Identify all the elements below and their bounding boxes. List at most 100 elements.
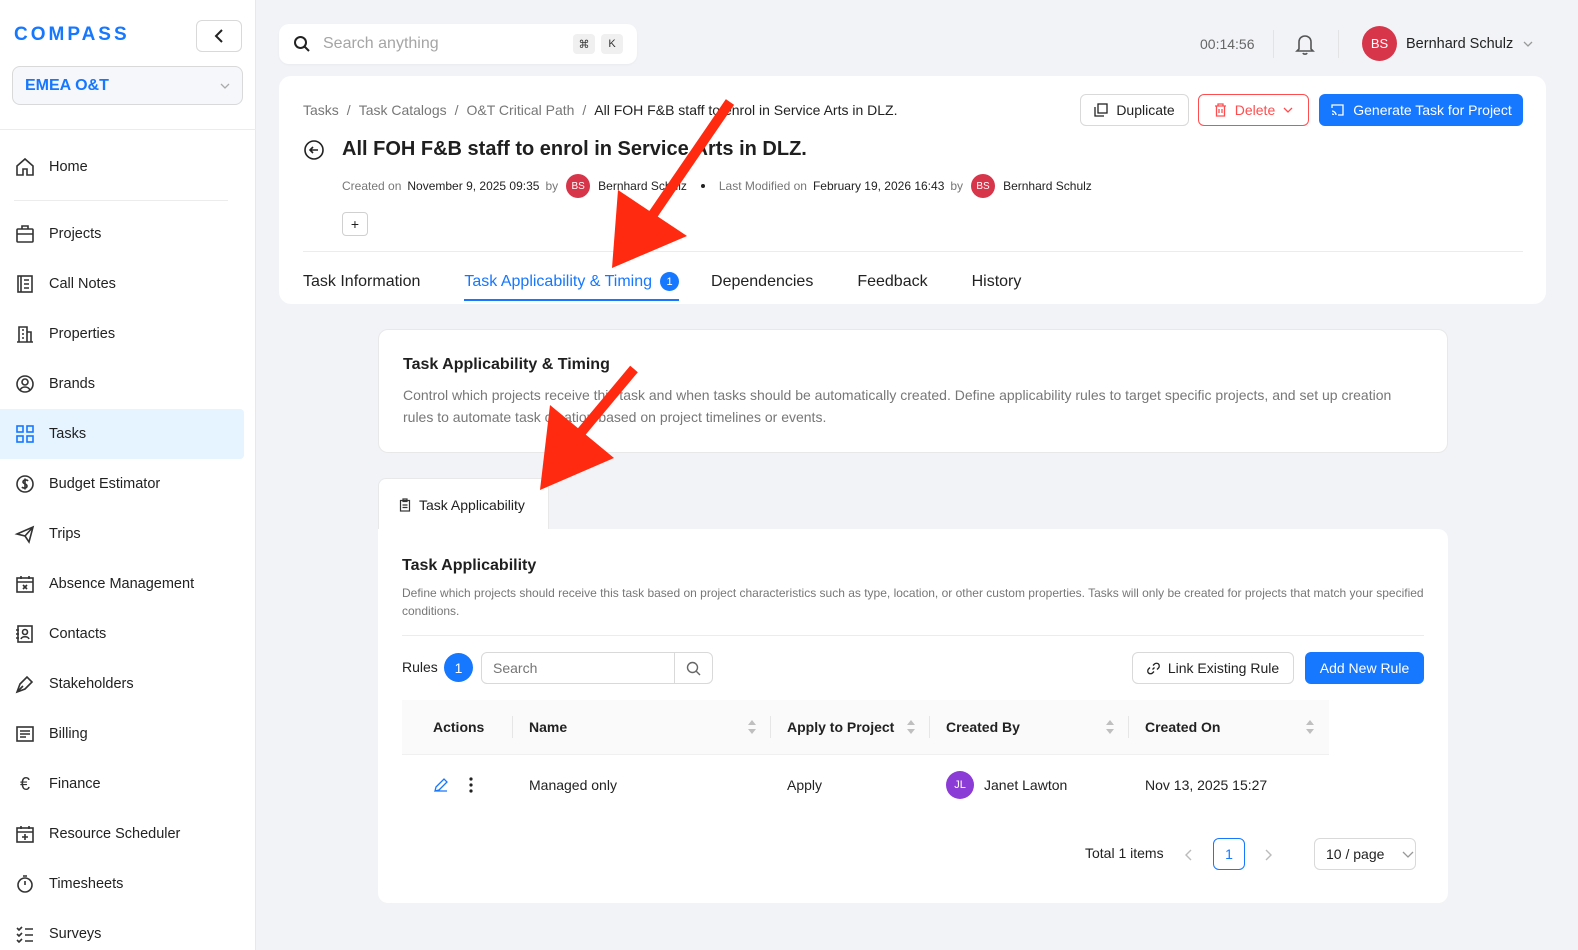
receipt-icon xyxy=(14,723,36,745)
column-name[interactable]: Name xyxy=(513,700,771,755)
more-vertical-icon[interactable] xyxy=(469,777,473,793)
sidebar-item-finance[interactable]: € Finance xyxy=(0,759,244,809)
section-divider xyxy=(402,635,1424,636)
page-size-value: 10 / page xyxy=(1326,846,1385,862)
sidebar-item-call-notes[interactable]: Call Notes xyxy=(0,259,244,309)
sidebar-item-label: Surveys xyxy=(49,926,102,942)
sort-icon xyxy=(1306,719,1314,734)
header-divider xyxy=(303,251,1523,252)
add-tag-button[interactable]: + xyxy=(342,212,368,236)
pagination-page-1[interactable]: 1 xyxy=(1213,838,1245,870)
column-label: Created On xyxy=(1145,719,1221,735)
sidebar-item-absence-management[interactable]: Absence Management xyxy=(0,559,244,609)
collapse-sidebar-button[interactable] xyxy=(196,20,242,52)
list-check-icon xyxy=(14,923,36,945)
sidebar-item-tasks[interactable]: Tasks xyxy=(0,409,244,459)
chevron-right-icon[interactable] xyxy=(1264,849,1272,861)
section-title: Task Applicability xyxy=(402,557,537,574)
rules-table: Actions Name Apply to Project Created By… xyxy=(402,700,1329,815)
sidebar-item-timesheets[interactable]: Timesheets xyxy=(0,859,244,909)
chevron-left-icon xyxy=(214,29,223,43)
tab-task-applicability-timing[interactable]: Task Applicability & Timing 1 xyxy=(464,272,680,301)
duplicate-button[interactable]: Duplicate xyxy=(1080,94,1189,126)
tab-history[interactable]: History xyxy=(972,272,1022,301)
sidebar: COMPASS EMEA O&T Home Projects Call Note… xyxy=(0,0,256,950)
global-search[interactable]: Search anything ⌘ K xyxy=(279,24,637,64)
chevron-down-icon xyxy=(1402,851,1414,858)
modified-by: Bernhard Schulz xyxy=(1003,179,1092,193)
pen-icon xyxy=(14,673,36,695)
sidebar-item-label: Call Notes xyxy=(49,276,116,292)
cast-icon xyxy=(1331,104,1344,116)
rule-search-input[interactable] xyxy=(482,653,674,683)
sidebar-item-properties[interactable]: Properties xyxy=(0,309,244,359)
cell-name[interactable]: Managed only xyxy=(513,777,771,793)
sidebar-item-label: Resource Scheduler xyxy=(49,826,181,842)
plane-icon xyxy=(14,523,36,545)
sidebar-item-brands[interactable]: Brands xyxy=(0,359,244,409)
task-meta: Created on November 9, 2025 09:35 by BS … xyxy=(342,174,1098,198)
compass-logo[interactable]: COMPASS xyxy=(14,24,130,46)
cell-created-on: Nov 13, 2025 15:27 xyxy=(1145,777,1268,793)
sidebar-item-label: Properties xyxy=(49,326,116,342)
calendar-x-icon xyxy=(14,573,36,595)
notifications-button[interactable] xyxy=(1294,32,1316,59)
sidebar-item-surveys[interactable]: Surveys xyxy=(0,909,244,950)
sidebar-item-resource-scheduler[interactable]: Resource Scheduler xyxy=(0,809,244,859)
created-by: Bernhard Schulz xyxy=(598,179,687,193)
intro-title: Task Applicability & Timing xyxy=(403,356,610,373)
sidebar-item-stakeholders[interactable]: Stakeholders xyxy=(0,659,244,709)
rule-search-button[interactable] xyxy=(674,653,712,683)
column-label: Name xyxy=(529,719,568,735)
back-button[interactable] xyxy=(303,139,325,164)
sort-icon xyxy=(748,719,756,734)
column-created-on[interactable]: Created On xyxy=(1129,700,1329,755)
sidebar-item-home[interactable]: Home xyxy=(0,142,244,192)
pagination-total: Total 1 items xyxy=(1085,845,1164,861)
sidebar-item-contacts[interactable]: Contacts xyxy=(0,609,244,659)
sidebar-item-projects[interactable]: Projects xyxy=(0,209,244,259)
row-actions xyxy=(402,777,513,793)
sort-icon xyxy=(907,719,915,734)
edit-icon[interactable] xyxy=(433,777,449,793)
subtab-task-applicability[interactable]: Task Applicability xyxy=(378,478,549,530)
clipboard-icon xyxy=(399,497,411,512)
tab-dependencies[interactable]: Dependencies xyxy=(711,272,813,301)
home-icon xyxy=(14,156,36,178)
link-icon xyxy=(1146,662,1160,674)
sidebar-item-budget-estimator[interactable]: Budget Estimator xyxy=(0,459,244,509)
link-existing-rule-button[interactable]: Link Existing Rule xyxy=(1132,652,1294,684)
user-menu[interactable]: BS Bernhard Schulz xyxy=(1362,26,1533,61)
generate-task-button[interactable]: Generate Task for Project xyxy=(1319,94,1523,126)
sidebar-item-trips[interactable]: Trips xyxy=(0,509,244,559)
search-icon xyxy=(294,36,310,52)
contact-icon xyxy=(14,623,36,645)
created-label: Created on xyxy=(342,179,402,193)
modified-date: February 19, 2026 16:43 xyxy=(812,179,945,193)
delete-button[interactable]: Delete xyxy=(1198,94,1309,126)
avatar: JL xyxy=(946,771,974,799)
tab-feedback[interactable]: Feedback xyxy=(857,272,927,301)
column-created-by[interactable]: Created By xyxy=(930,700,1129,755)
trash-icon xyxy=(1214,103,1226,117)
add-new-rule-button[interactable]: Add New Rule xyxy=(1305,652,1424,684)
breadcrumb-item[interactable]: Task Catalogs xyxy=(359,102,447,118)
sidebar-item-label: Contacts xyxy=(49,626,107,642)
column-apply-to-project[interactable]: Apply to Project xyxy=(771,700,930,755)
dollar-icon xyxy=(14,473,36,495)
back-arrow-icon xyxy=(304,140,324,160)
tab-task-information[interactable]: Task Information xyxy=(303,272,420,301)
sidebar-item-billing[interactable]: Billing xyxy=(0,709,244,759)
sidebar-item-label: Home xyxy=(49,159,88,175)
copy-icon xyxy=(1094,103,1108,117)
breadcrumb-item[interactable]: Tasks xyxy=(303,102,339,118)
org-select[interactable]: EMEA O&T xyxy=(12,66,243,105)
nav-divider xyxy=(14,200,228,201)
page-size-select[interactable]: 10 / page xyxy=(1314,838,1416,870)
chevron-left-icon[interactable] xyxy=(1185,849,1193,861)
intro-description: Control which projects receive this task… xyxy=(403,387,1392,425)
breadcrumb-item[interactable]: O&T Critical Path xyxy=(467,102,575,118)
avatar: BS xyxy=(971,174,996,198)
modified-label: Last Modified on xyxy=(718,179,807,193)
sidebar-item-label: Finance xyxy=(49,776,101,792)
